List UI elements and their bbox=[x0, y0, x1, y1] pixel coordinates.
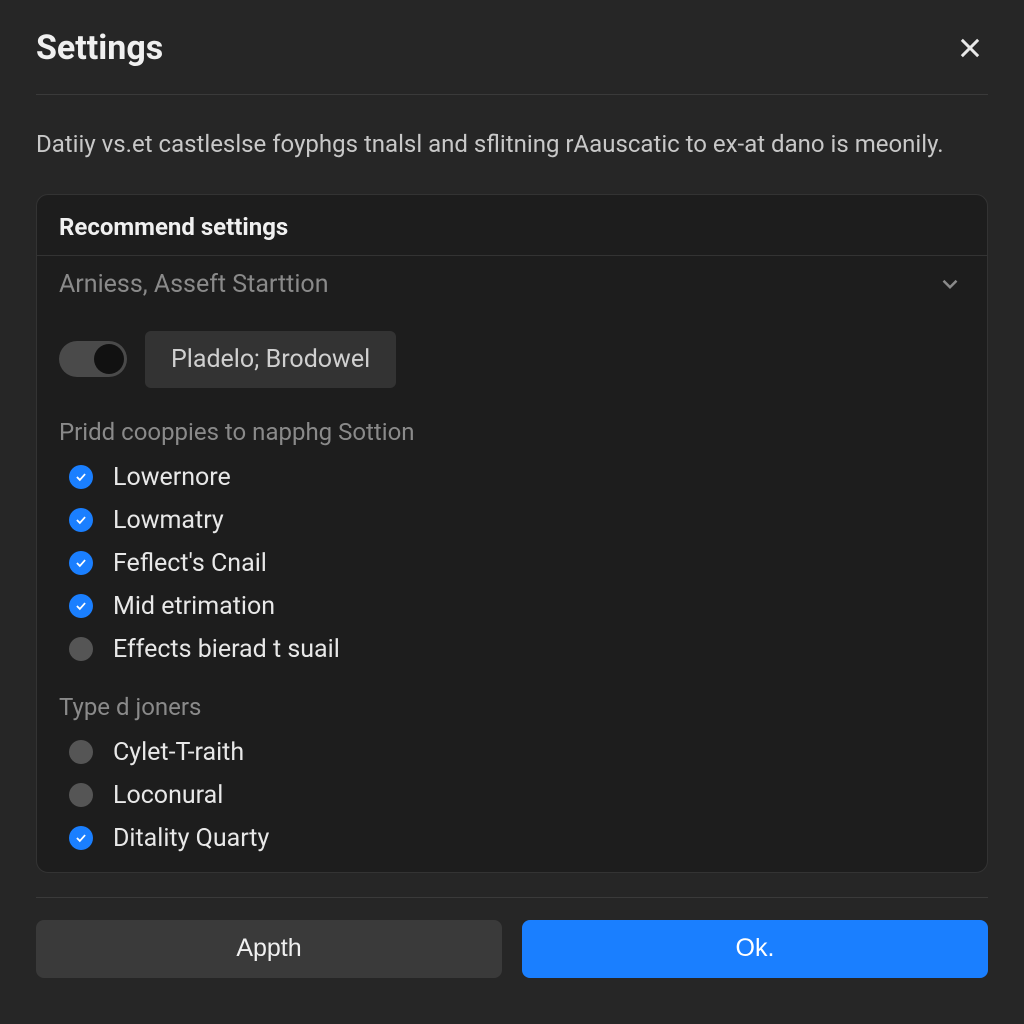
toggle-knob bbox=[94, 344, 124, 374]
check-label: Lowmatry bbox=[113, 506, 224, 535]
check-icon bbox=[69, 551, 93, 575]
option-group-1: Pridd cooppies to napphg Sottion Lowerno… bbox=[37, 408, 987, 683]
group-1-label: Pridd cooppies to napphg Sottion bbox=[59, 412, 965, 456]
group1-item-0[interactable]: Lowernore bbox=[59, 456, 965, 499]
group-2-label: Type d joners bbox=[59, 687, 965, 731]
check-icon bbox=[69, 465, 93, 489]
uncheck-icon bbox=[69, 740, 93, 764]
close-icon bbox=[956, 34, 984, 62]
close-button[interactable] bbox=[952, 30, 988, 66]
option-group-2: Type d joners Cylet-T-raith Loconural Dita… bbox=[37, 683, 987, 872]
preset-dropdown[interactable]: Arniess, Asseft Starttion bbox=[37, 255, 987, 317]
check-icon bbox=[69, 826, 93, 850]
check-icon bbox=[69, 508, 93, 532]
feature-toggle[interactable] bbox=[59, 341, 127, 377]
check-label: Lowernore bbox=[113, 463, 231, 492]
group1-item-3[interactable]: Mid etrimation bbox=[59, 585, 965, 628]
check-label: Mid etrimation bbox=[113, 592, 275, 621]
check-label: Cylet-T-raith bbox=[113, 738, 244, 767]
uncheck-icon bbox=[69, 637, 93, 661]
check-label: Loconural bbox=[113, 781, 223, 810]
chevron-down-icon bbox=[937, 271, 963, 297]
ok-button[interactable]: Ok. bbox=[522, 920, 988, 978]
check-label: Feflect's Cnail bbox=[113, 549, 267, 578]
dropdown-label: Arniess, Asseft Starttion bbox=[59, 270, 329, 299]
check-icon bbox=[69, 594, 93, 618]
toggle-chip: Pladelo; Brodowel bbox=[145, 331, 396, 388]
settings-dialog: Settings Datiiy vs.et castleslse foyphgs… bbox=[0, 0, 1024, 1024]
group2-item-1[interactable]: Loconural bbox=[59, 774, 965, 817]
dialog-title: Settings bbox=[36, 28, 163, 68]
group2-item-2[interactable]: Ditality Quarty bbox=[59, 817, 965, 860]
toggle-row: Pladelo; Brodowel bbox=[37, 317, 987, 408]
group1-item-4[interactable]: Effects bierad t suail bbox=[59, 628, 965, 671]
panel-title: Recommend settings bbox=[37, 195, 987, 255]
dialog-description: Datiiy vs.et castleslse foyphgs tnalsl a… bbox=[0, 95, 1024, 186]
check-label: Effects bierad t suail bbox=[113, 635, 340, 664]
check-label: Ditality Quarty bbox=[113, 824, 269, 853]
group1-item-1[interactable]: Lowmatry bbox=[59, 499, 965, 542]
group2-item-0[interactable]: Cylet-T-raith bbox=[59, 731, 965, 774]
dialog-header: Settings bbox=[0, 0, 1024, 86]
dialog-footer: Appth Ok. bbox=[0, 898, 1024, 978]
settings-panel: Recommend settings Arniess, Asseft Start… bbox=[36, 194, 988, 873]
group1-item-2[interactable]: Feflect's Cnail bbox=[59, 542, 965, 585]
uncheck-icon bbox=[69, 783, 93, 807]
apply-button[interactable]: Appth bbox=[36, 920, 502, 978]
